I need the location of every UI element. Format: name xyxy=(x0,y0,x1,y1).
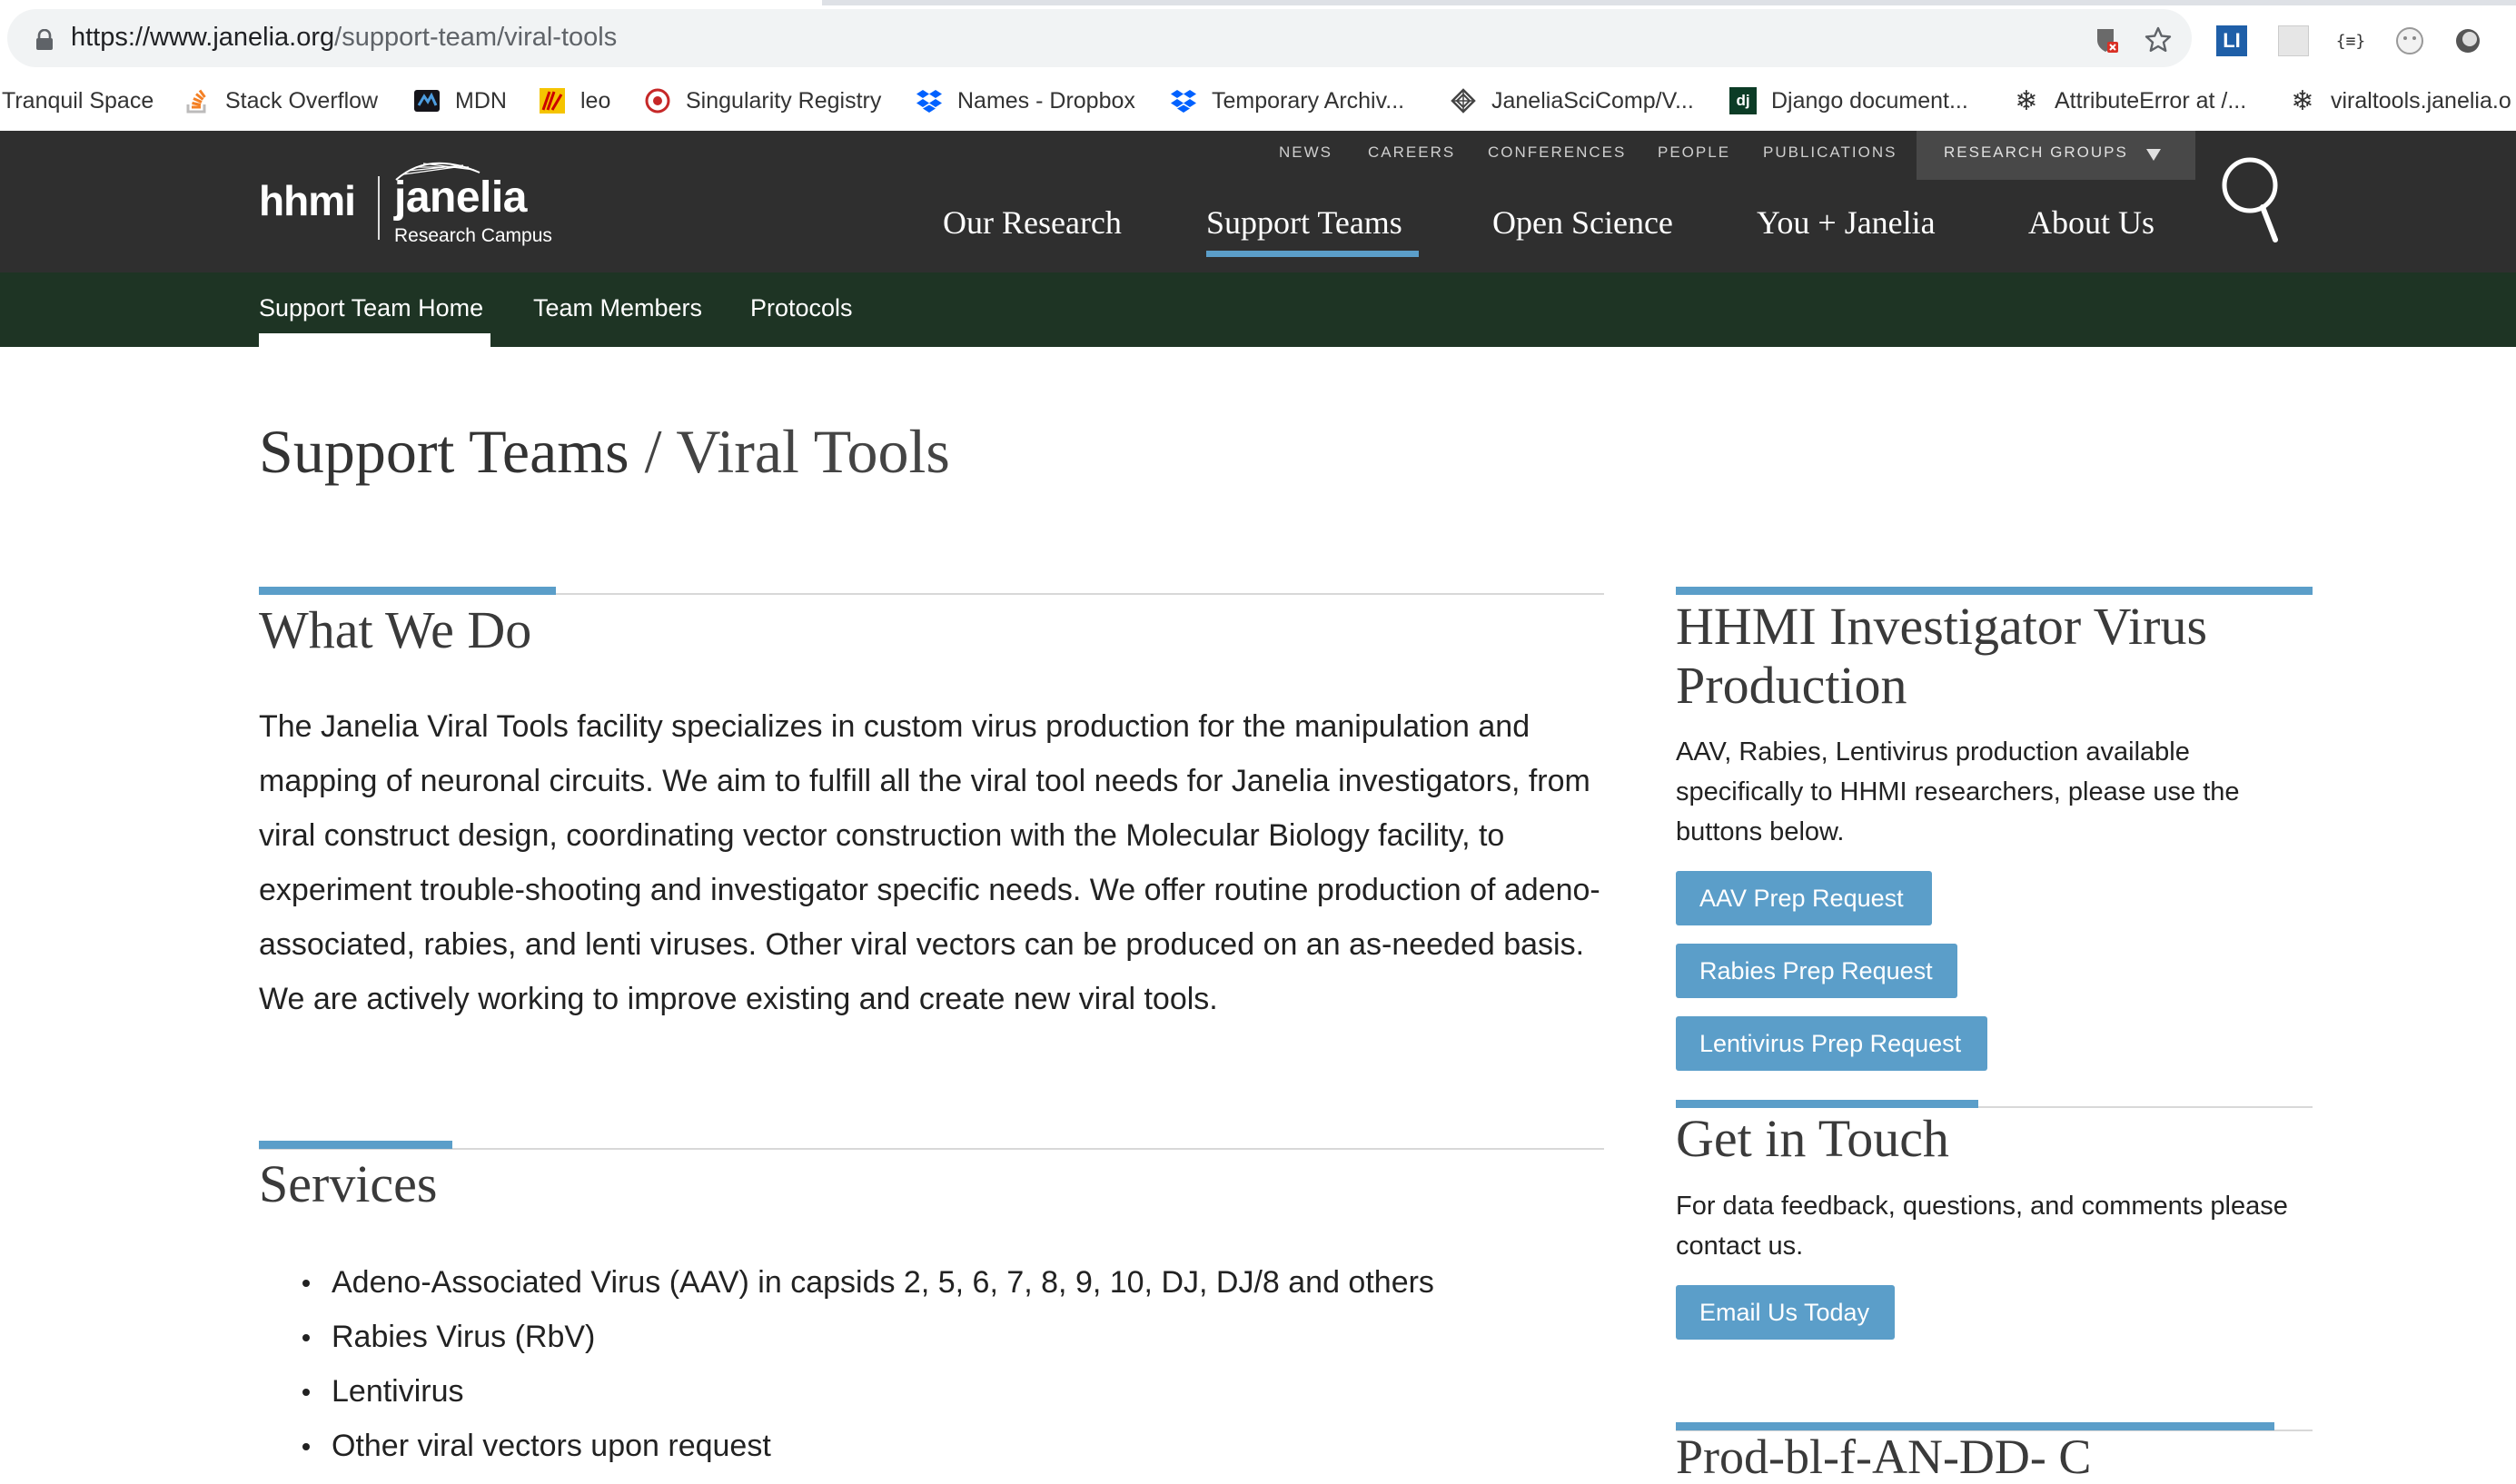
next-section-heading: Prod-bl-f-AN-DD- C xyxy=(1676,1430,2092,1484)
sidebar-accent xyxy=(1676,587,2313,595)
subnav-protocols[interactable]: Protocols xyxy=(750,294,853,322)
utility-careers[interactable]: CAREERS xyxy=(1368,143,1455,162)
list-item: Lentivirus xyxy=(259,1364,1434,1419)
bookmark-tranquil-space[interactable]: Tranquil Space xyxy=(2,71,154,131)
nav-our-research[interactable]: Our Research xyxy=(943,203,1122,242)
section-accent xyxy=(259,587,556,595)
sidebar-accent xyxy=(1676,1100,1978,1108)
caret-down-icon xyxy=(2146,149,2161,161)
address-bar-row: https://www.janelia.org/support-team/vir… xyxy=(0,5,2516,71)
bookmark-stack-overflow[interactable]: Stack Overflow xyxy=(183,71,378,131)
bookmarks-bar: Tranquil Space Stack Overflow MDN leo Si… xyxy=(0,71,2516,132)
section-divider xyxy=(259,1148,1604,1150)
extension-circle-icon[interactable] xyxy=(2452,25,2483,56)
lock-icon[interactable] xyxy=(35,29,54,51)
research-groups-dropdown[interactable]: RESEARCH GROUPS xyxy=(1917,131,2195,180)
django-icon: dj xyxy=(1729,87,1757,114)
nav-about-us[interactable]: About Us xyxy=(2028,203,2154,242)
bookmark-temporary-archive[interactable]: Temporary Archiv... xyxy=(1170,71,1404,131)
nav-you-janelia[interactable]: You + Janelia xyxy=(1757,203,1936,242)
title-separator: / xyxy=(629,417,677,486)
list-item: Adeno-Associated Virus (AAV) in capsids … xyxy=(259,1255,1434,1310)
services-list: Adeno-Associated Virus (AAV) in capsids … xyxy=(259,1255,1434,1473)
sub-nav: Support Team Home Team Members Protocols xyxy=(0,272,2516,347)
json-viewer-icon[interactable]: {≡} xyxy=(2333,25,2369,56)
site-header: hhmi janelia Research Campus NEWS CAREER… xyxy=(0,131,2516,272)
email-us-button[interactable]: Email Us Today xyxy=(1676,1285,1895,1340)
subnav-support-team-home[interactable]: Support Team Home xyxy=(259,294,483,322)
dropbox-icon xyxy=(916,87,943,114)
search-icon[interactable] xyxy=(2221,154,2284,245)
github-icon xyxy=(1450,87,1477,114)
utility-conferences[interactable]: CONFERENCES xyxy=(1488,143,1626,162)
bookmark-names-dropbox[interactable]: Names - Dropbox xyxy=(916,71,1135,131)
bookmark-attributeerror[interactable]: ❄ AttributeError at /... xyxy=(2013,71,2246,131)
nav-open-science[interactable]: Open Science xyxy=(1492,203,1673,242)
logo-divider xyxy=(378,176,380,240)
research-groups-label: RESEARCH GROUPS xyxy=(1944,143,2128,161)
breadcrumb-support-teams[interactable]: Support Teams xyxy=(259,417,629,486)
bookmark-singularity-registry[interactable]: Singularity Registry xyxy=(644,71,881,131)
mdn-icon xyxy=(413,87,441,114)
utility-news[interactable]: NEWS xyxy=(1279,143,1332,162)
active-nav-indicator xyxy=(1206,251,1419,257)
singularity-icon xyxy=(644,87,671,114)
what-we-do-heading: What We Do xyxy=(259,600,532,659)
active-subnav-indicator xyxy=(259,333,490,347)
bookmark-django-docs[interactable]: dj Django document... xyxy=(1729,71,1968,131)
snowflake-icon: ❄ xyxy=(2291,85,2314,116)
bookmark-viraltools[interactable]: ❄ viraltools.janelia.o xyxy=(2289,71,2511,131)
list-item: Other viral vectors upon request xyxy=(259,1419,1434,1473)
get-in-touch-heading: Get in Touch xyxy=(1676,1109,1949,1168)
subnav-team-members[interactable]: Team Members xyxy=(533,294,702,322)
lentivirus-prep-request-button[interactable]: Lentivirus Prep Request xyxy=(1676,1016,1987,1071)
page-title: Support Teams / Viral Tools xyxy=(259,416,950,488)
stackoverflow-icon xyxy=(183,87,211,114)
nav-support-teams[interactable]: Support Teams xyxy=(1206,203,1402,242)
what-we-do-body: The Janelia Viral Tools facility special… xyxy=(259,709,1600,1016)
bookmark-star-icon[interactable] xyxy=(2144,25,2173,54)
logo-campus: Research Campus xyxy=(394,225,552,246)
utility-publications[interactable]: PUBLICATIONS xyxy=(1763,143,1897,162)
virus-production-heading: HHMI Investigator Virus Production xyxy=(1676,597,2208,715)
virus-production-body: AAV, Rabies, Lentivirus production avail… xyxy=(1676,737,2240,846)
extension-face-icon[interactable] xyxy=(2394,25,2425,56)
services-heading: Services xyxy=(259,1154,438,1213)
url-text[interactable]: https://www.janelia.org/support-team/vir… xyxy=(71,23,617,53)
extension-li-icon[interactable]: LI xyxy=(2216,25,2247,56)
extension-grid-icon[interactable] xyxy=(2278,25,2309,56)
blocked-cookies-icon[interactable] xyxy=(2092,25,2121,54)
list-item: Rabies Virus (RbV) xyxy=(259,1310,1434,1364)
breadcrumb-viral-tools: Viral Tools xyxy=(676,417,950,486)
aav-prep-request-button[interactable]: AAV Prep Request xyxy=(1676,871,1932,925)
bookmark-mdn[interactable]: MDN xyxy=(413,71,507,131)
leo-icon xyxy=(539,87,566,114)
rabies-prep-request-button[interactable]: Rabies Prep Request xyxy=(1676,944,1957,998)
logo-hhmi: hhmi xyxy=(259,177,356,224)
logo-janelia: janelia xyxy=(394,173,527,222)
get-in-touch-body: For data feedback, questions, and commen… xyxy=(1676,1192,2288,1261)
dropbox-icon xyxy=(1170,87,1197,114)
bookmark-leo[interactable]: leo xyxy=(539,71,610,131)
utility-people[interactable]: PEOPLE xyxy=(1658,143,1730,162)
omnibox[interactable]: https://www.janelia.org/support-team/vir… xyxy=(7,9,2192,67)
section-accent xyxy=(259,1141,452,1149)
bookmark-janeliascicomp[interactable]: JaneliaSciComp/V... xyxy=(1450,71,1694,131)
snowflake-icon: ❄ xyxy=(2015,85,2038,116)
